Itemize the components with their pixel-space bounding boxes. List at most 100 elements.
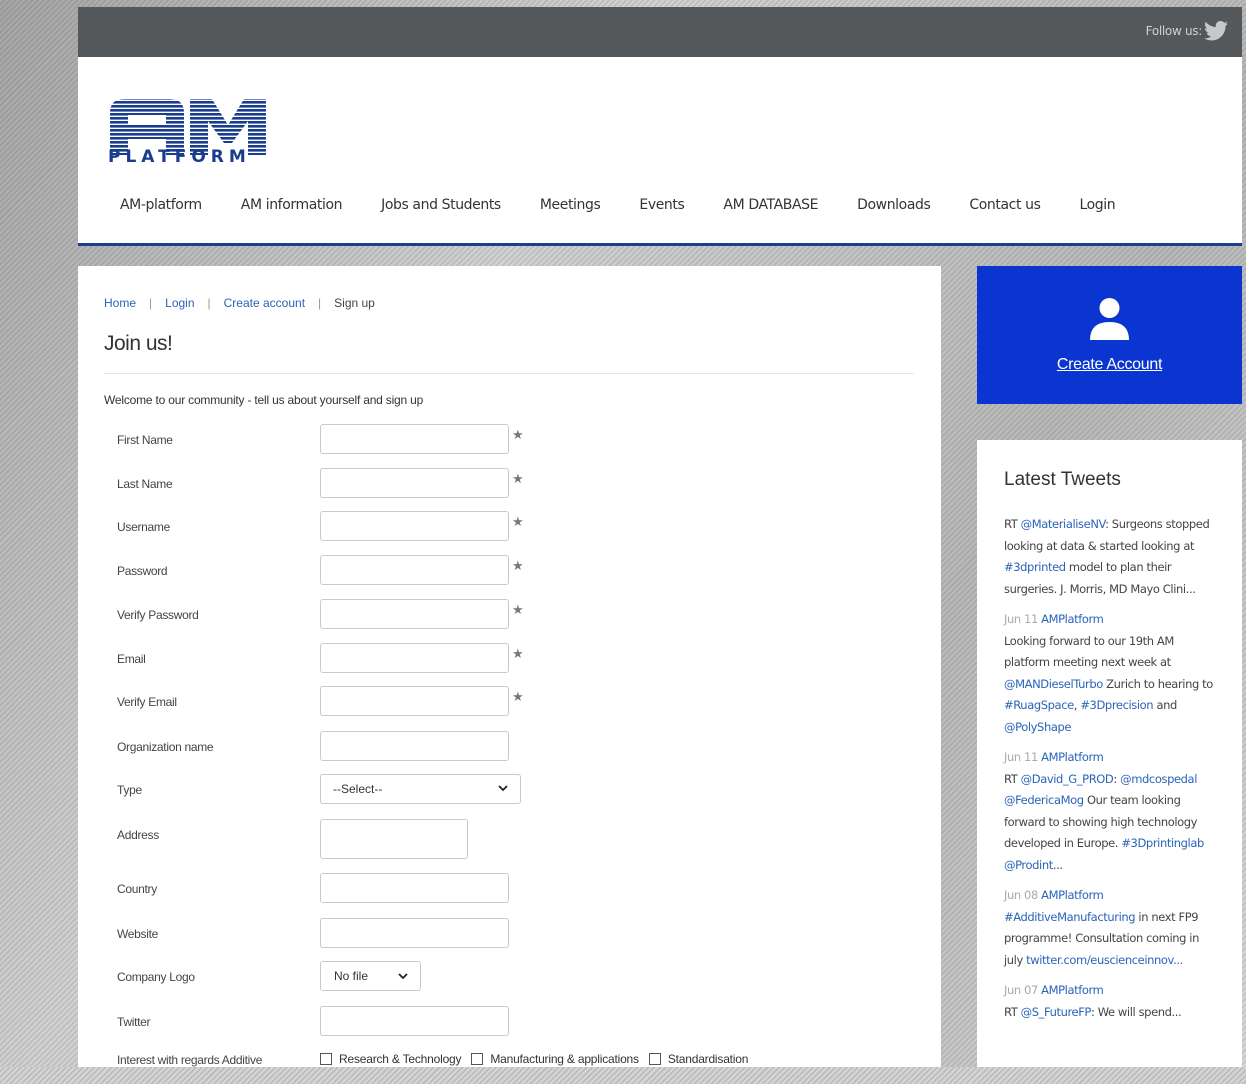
site-header: PLATFORM AM-platform AM information Jobs…	[78, 57, 1242, 246]
country-input[interactable]	[320, 873, 509, 903]
tweet-link[interactable]: @Prodint	[1004, 858, 1053, 872]
twitter-icon[interactable]	[1204, 21, 1228, 41]
tweet-text: : We will spend...	[1090, 1004, 1182, 1019]
nav-jobs-students[interactable]: Jobs and Students	[381, 197, 501, 213]
required-star-icon: ★	[512, 514, 524, 529]
email-input[interactable]	[320, 643, 509, 673]
interest-option[interactable]: Research & Technology	[320, 1052, 462, 1066]
create-account-panel: Create Account	[977, 266, 1242, 404]
tweet-author-link[interactable]: AMPlatform	[1041, 888, 1104, 902]
breadcrumb-separator: |	[149, 296, 153, 310]
follow-us-label: Follow us:	[1145, 24, 1203, 38]
required-star-icon: ★	[512, 471, 524, 486]
breadcrumb-create-account[interactable]: Create account	[224, 296, 305, 310]
nav-events[interactable]: Events	[639, 197, 684, 213]
type-select[interactable]: --Select--	[320, 774, 521, 804]
tweet-date: Jun 07	[1004, 983, 1042, 997]
required-star-icon: ★	[512, 646, 524, 661]
tweet-link[interactable]: @FedericaMog	[1004, 793, 1084, 807]
tweet-link[interactable]: #3Dprintinglab	[1121, 836, 1204, 850]
tweet-text: Looking forward to our 19th AM platform …	[1004, 633, 1174, 670]
last-name-input[interactable]	[320, 468, 509, 498]
breadcrumb-current: Sign up	[334, 296, 375, 310]
type-row: Type --Select--	[117, 774, 917, 806]
tweet-link[interactable]: #3dprinted	[1004, 560, 1066, 574]
breadcrumb-login[interactable]: Login	[165, 296, 194, 310]
nav-downloads[interactable]: Downloads	[857, 197, 931, 213]
tweet-link[interactable]: @David_G_PROD	[1021, 772, 1114, 786]
tweet-link[interactable]: @MANDieselTurbo	[1004, 677, 1103, 691]
required-star-icon: ★	[512, 689, 524, 704]
tweet-text: RT	[1004, 771, 1021, 786]
verify-password-row: Verify Password ★	[117, 599, 917, 631]
organization-row: Organization name	[117, 731, 917, 763]
nav-login[interactable]: Login	[1079, 197, 1115, 213]
verify-email-input[interactable]	[320, 686, 509, 716]
nav-meetings[interactable]: Meetings	[540, 197, 601, 213]
create-account-link[interactable]: Create Account	[977, 356, 1242, 374]
tweet-link[interactable]: @mdcospedal	[1120, 772, 1197, 786]
tweet-link[interactable]: @MaterialiseNV	[1021, 517, 1106, 531]
tweet-item: Jun 08 AMPlatform #AdditiveManufacturing …	[1004, 885, 1219, 971]
tweet-link[interactable]: #RuagSpace	[1004, 698, 1074, 712]
tweet-item: Jun 07 AMPlatform RT @S_FutureFP: We will…	[1004, 980, 1219, 1023]
nav-am-platform[interactable]: AM-platform	[120, 197, 202, 213]
tweet-author-link[interactable]: AMPlatform	[1041, 612, 1104, 626]
organization-label: Organization name	[117, 740, 214, 754]
website-input[interactable]	[320, 918, 509, 948]
chevron-down-icon	[498, 785, 508, 792]
checkbox[interactable]	[471, 1053, 484, 1065]
tweet-text: and	[1153, 698, 1177, 712]
tweet-item: Jun 11 AMPlatform Looking forward to our …	[1004, 609, 1219, 738]
breadcrumb-home[interactable]: Home	[104, 296, 136, 310]
last-name-label: Last Name	[117, 477, 173, 491]
verify-password-label: Verify Password	[117, 608, 199, 622]
tweet-link[interactable]: #3Dprecision	[1080, 698, 1153, 712]
company-logo-file-picker[interactable]: No file	[320, 961, 421, 991]
password-input[interactable]	[320, 555, 509, 585]
address-textarea[interactable]	[320, 819, 468, 859]
nav-contact-us[interactable]: Contact us	[969, 197, 1040, 213]
email-label: Email	[117, 652, 146, 666]
email-row: Email ★	[117, 643, 917, 675]
verify-password-input[interactable]	[320, 599, 509, 629]
tweet-date: Jun 08	[1004, 888, 1042, 902]
top-bar: Follow us:	[78, 7, 1242, 57]
type-select-value: --Select--	[333, 782, 383, 796]
tweet-text: RT	[1004, 1004, 1021, 1019]
tweet-link[interactable]: #AdditiveManufacturing	[1004, 910, 1136, 924]
main-nav: AM-platform AM information Jobs and Stud…	[120, 197, 1154, 213]
tweet-item: Jun 11 AMPlatform RT @David_G_PROD: @mdco…	[1004, 747, 1219, 876]
breadcrumb: Home | Login | Create account | Sign up	[104, 296, 375, 310]
interest-checkboxes: Research & Technology Manufacturing & ap…	[320, 1052, 758, 1066]
first-name-row: First Name ★	[117, 424, 917, 456]
tweet-link[interactable]: @S_FutureFP	[1021, 1005, 1092, 1019]
chevron-down-icon	[398, 973, 408, 980]
tweet-link[interactable]: twitter.com/euscienceinnov...	[1026, 953, 1183, 967]
tweet-author-link[interactable]: AMPlatform	[1041, 750, 1104, 764]
required-star-icon: ★	[512, 602, 524, 617]
company-logo-label: Company Logo	[117, 970, 195, 984]
interest-option-label: Research & Technology	[339, 1052, 462, 1066]
first-name-input[interactable]	[320, 424, 509, 454]
page-title: Join us!	[104, 332, 173, 355]
tweet-link[interactable]: @PolyShape	[1004, 720, 1071, 734]
logo-text: PLATFORM	[108, 147, 251, 167]
interest-row: Interest with regards Additive Research …	[117, 1052, 917, 1084]
first-name-label: First Name	[117, 433, 173, 447]
username-input[interactable]	[320, 511, 509, 541]
interest-option[interactable]: Standardisation	[648, 1052, 748, 1066]
checkbox[interactable]	[648, 1053, 661, 1065]
organization-input[interactable]	[320, 731, 509, 761]
nav-am-information[interactable]: AM information	[241, 197, 343, 213]
address-label: Address	[117, 828, 159, 842]
nav-am-database[interactable]: AM DATABASE	[723, 197, 818, 213]
twitter-input[interactable]	[320, 1006, 509, 1036]
checkbox[interactable]	[320, 1053, 332, 1065]
interest-option[interactable]: Manufacturing & applications	[471, 1052, 639, 1066]
tweet-text: Zurich to hearing to	[1102, 676, 1213, 691]
username-label: Username	[117, 520, 170, 534]
main-content: Home | Login | Create account | Sign up …	[78, 266, 941, 1067]
last-name-row: Last Name ★	[117, 468, 917, 500]
tweet-author-link[interactable]: AMPlatform	[1041, 983, 1104, 997]
